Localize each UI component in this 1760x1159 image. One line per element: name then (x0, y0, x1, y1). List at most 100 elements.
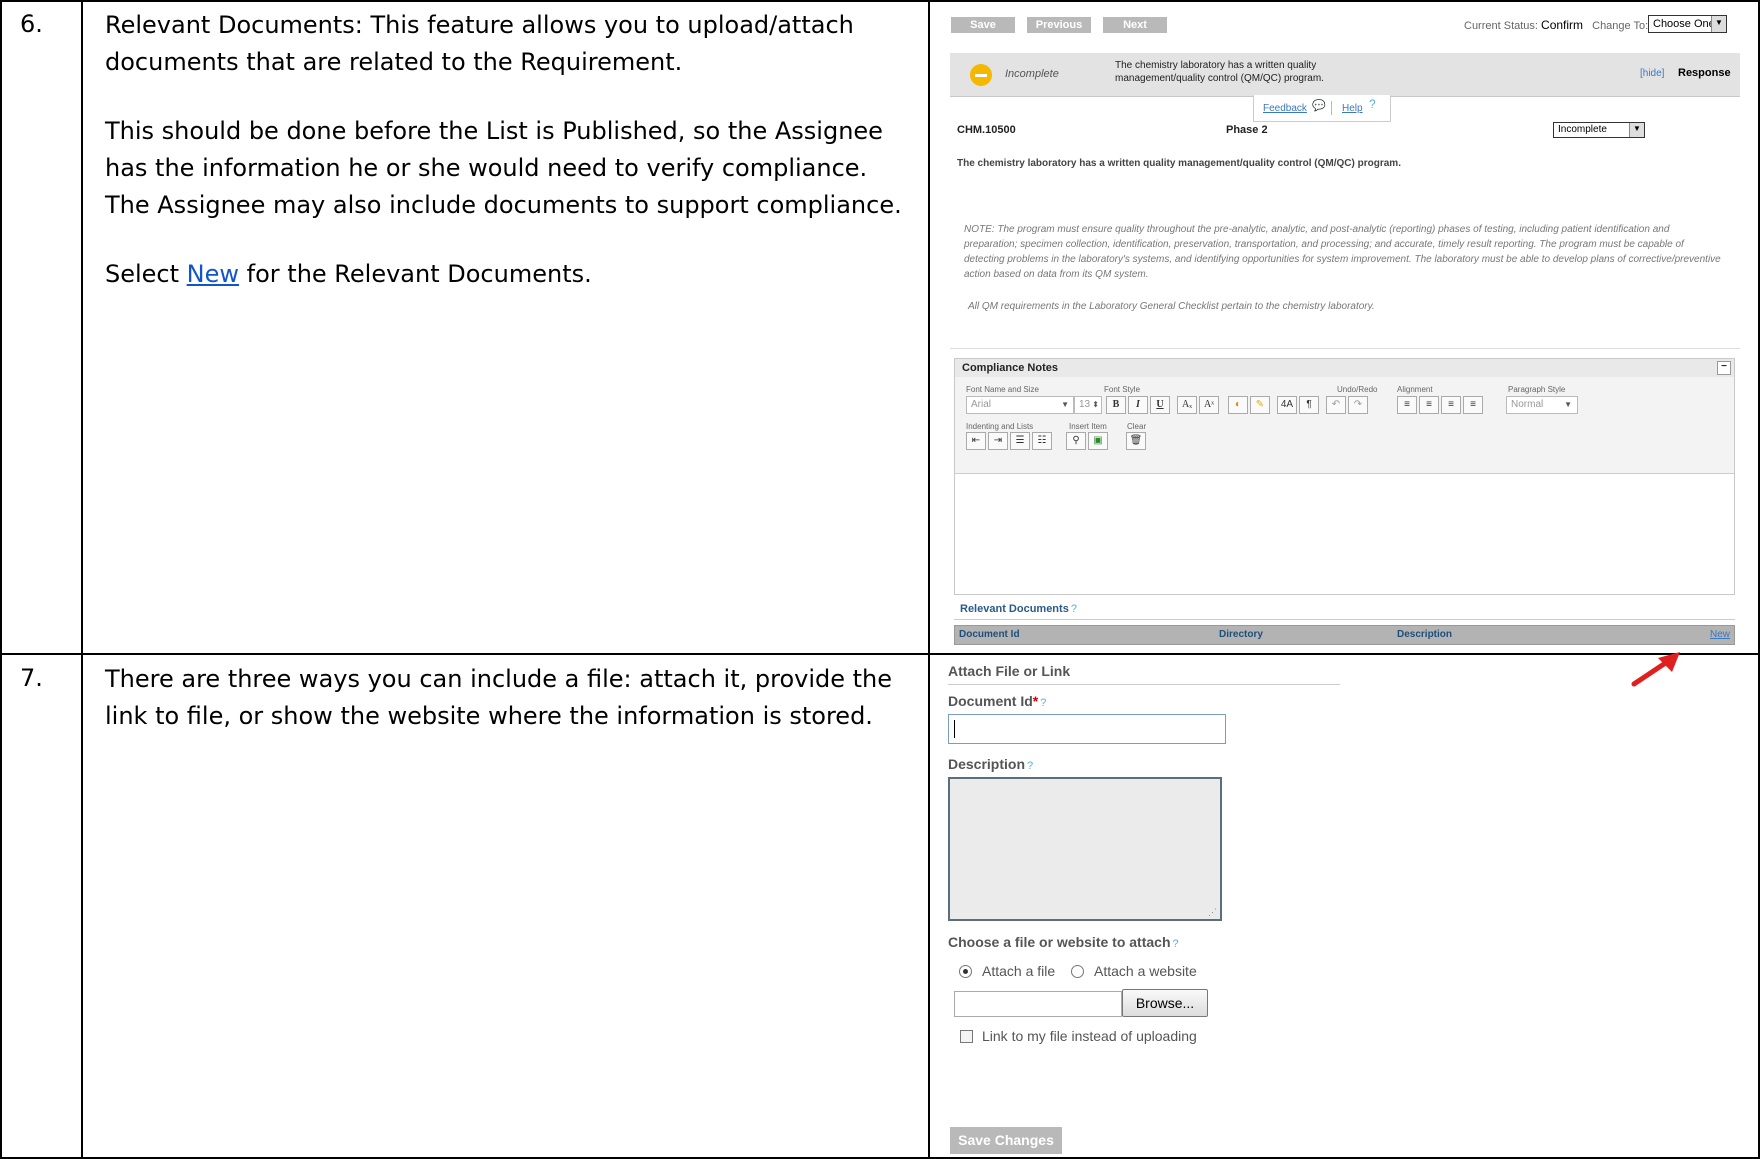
step-instructions: There are three ways you can include a f… (105, 661, 905, 767)
highlight-icon[interactable]: ✎ (1250, 396, 1270, 414)
divider (950, 348, 1740, 349)
step-instructions: Relevant Documents: This feature allows … (105, 7, 905, 325)
change-to-value: Choose One (1653, 18, 1715, 30)
help-link[interactable]: Help (1342, 103, 1363, 114)
save-changes-button[interactable]: Save Changes (950, 1127, 1062, 1154)
collapse-icon[interactable]: − (1717, 361, 1731, 375)
requirement-banner: Incomplete The chemistry laboratory has … (950, 53, 1740, 97)
save-button[interactable]: Save (951, 17, 1015, 33)
column-description: Description (1397, 629, 1453, 640)
indent-icon[interactable]: ⇥ (988, 432, 1008, 450)
status-label: Current Status: (1464, 20, 1538, 32)
bold-button[interactable]: B (1106, 396, 1126, 414)
underline-button[interactable]: U (1150, 396, 1170, 414)
table-border-left (0, 0, 2, 1159)
separator (1331, 101, 1332, 115)
text-color-icon[interactable]: ◐ (1228, 396, 1248, 414)
previous-button[interactable]: Previous (1027, 17, 1091, 33)
instruction-paragraph: This should be done before the List is P… (105, 117, 902, 219)
image-icon[interactable]: ▣ (1088, 432, 1108, 450)
requirement-text: The chemistry laboratory has a written q… (957, 158, 1401, 169)
requirement-note: NOTE: The program must ensure quality th… (964, 224, 1721, 280)
instruction-select-line: Select New for the Relevant Documents. (105, 256, 905, 293)
font-name-input[interactable]: Arial ▼ (966, 396, 1074, 414)
chevron-down-icon: ▼ (1061, 400, 1069, 409)
align-left-icon[interactable]: ≡ (1397, 396, 1417, 414)
document-id-input[interactable] (948, 714, 1226, 744)
bullet-list-icon[interactable]: ☰ (1010, 432, 1030, 450)
align-right-icon[interactable]: ≡ (1441, 396, 1461, 414)
attach-file-screenshot: Attach File or Link Document Id*? Descri… (934, 656, 1354, 1157)
attach-file-label: Attach a file (982, 963, 1056, 979)
requirement-status-select[interactable]: Incomplete ▼ (1553, 122, 1645, 138)
resize-handle-icon[interactable]: ⋰ (1208, 907, 1217, 918)
paragraph-style-value: Normal (1511, 399, 1544, 410)
instruction-paragraph: There are three ways you can include a f… (105, 665, 893, 730)
file-path-input[interactable] (954, 991, 1122, 1017)
step-number: 6. (20, 10, 43, 38)
relevant-documents-header: Relevant Documents? (960, 603, 1077, 615)
attach-file-radio[interactable] (959, 965, 972, 978)
red-arrow-icon (1631, 652, 1680, 687)
description-textarea[interactable]: ⋰ (948, 777, 1222, 921)
divider (948, 684, 1340, 685)
paragraph-style-label: Paragraph Style (1508, 385, 1566, 394)
paragraph-icon[interactable]: ¶ (1299, 396, 1319, 414)
status-value: Confirm (1541, 18, 1584, 32)
requirement-id: CHM.10500 (957, 124, 1016, 136)
editor-toolbar: Font Name and Size Arial ▼ 13 ⬍ Font Style… (955, 377, 1734, 474)
step-number: 7. (20, 664, 43, 692)
hide-link[interactable]: [hide] (1640, 68, 1664, 79)
column-document-id: Document Id (959, 629, 1020, 640)
feedback-help-box: Feedback 💬 Help ? (1253, 95, 1391, 122)
link-icon[interactable]: ⚲ (1066, 432, 1086, 450)
undo-icon[interactable]: ↶ (1326, 396, 1346, 414)
incomplete-status-icon (970, 64, 992, 86)
feedback-link[interactable]: Feedback (1263, 103, 1307, 114)
align-center-icon[interactable]: ≡ (1419, 396, 1439, 414)
requirement-note-2: All QM requirements in the Laboratory Ge… (968, 301, 1375, 312)
browse-button[interactable]: Browse... (1122, 989, 1208, 1017)
new-link[interactable]: New (187, 260, 239, 288)
next-button[interactable]: Next (1103, 17, 1167, 33)
attach-website-label: Attach a website (1094, 963, 1197, 979)
document-id-label-text: Document Id (948, 693, 1033, 709)
paragraph-style-select[interactable]: Normal ▼ (1506, 396, 1578, 414)
help-icon[interactable]: ? (1071, 603, 1077, 615)
align-justify-icon[interactable]: ≡ (1463, 396, 1483, 414)
text-cursor (954, 720, 955, 738)
attach-website-radio[interactable] (1071, 965, 1084, 978)
response-label: Response (1678, 67, 1731, 79)
font-style-label: Font Style (1104, 385, 1141, 394)
divider (954, 619, 1735, 620)
relevant-documents-title: Relevant Documents (960, 603, 1069, 615)
speech-bubble-icon: 💬 (1312, 100, 1326, 112)
help-icon[interactable]: ? (1040, 697, 1046, 709)
column-directory: Directory (1219, 629, 1263, 640)
help-icon[interactable]: ? (1173, 938, 1179, 950)
help-icon[interactable]: ? (1027, 760, 1033, 772)
undo-redo-label: Undo/Redo (1337, 385, 1378, 394)
font-size-icon[interactable]: 4A (1277, 396, 1297, 414)
redo-icon[interactable]: ↷ (1348, 396, 1368, 414)
numbered-list-icon[interactable]: ☷ (1032, 432, 1052, 450)
table-border-col1 (81, 0, 83, 1159)
link-instead-checkbox[interactable] (960, 1030, 973, 1043)
new-document-link[interactable]: New (1710, 629, 1730, 640)
superscript-button[interactable]: Aˣ (1199, 396, 1219, 414)
choose-attach-label-text: Choose a file or website to attach (948, 934, 1171, 950)
font-size-value: 13 (1079, 399, 1091, 410)
banner-text: The chemistry laboratory has a written q… (1115, 60, 1324, 84)
trash-icon[interactable]: 🗑 (1126, 432, 1146, 450)
select-suffix: for the Relevant Documents. (239, 260, 592, 288)
table-border-top (0, 0, 1760, 2)
banner-state: Incomplete (1005, 68, 1059, 80)
outdent-icon[interactable]: ⇤ (966, 432, 986, 450)
change-to-select[interactable]: Choose One ▼ (1648, 15, 1727, 33)
link-instead-label: Link to my file instead of uploading (982, 1028, 1197, 1044)
subscript-button[interactable]: Aₓ (1177, 396, 1197, 414)
document-id-label: Document Id*? (948, 693, 1046, 709)
italic-button[interactable]: I (1128, 396, 1148, 414)
compliance-notes-editor: Font Name and Size Arial ▼ 13 ⬍ Font Style… (954, 377, 1735, 595)
font-size-input[interactable]: 13 ⬍ (1074, 396, 1102, 414)
